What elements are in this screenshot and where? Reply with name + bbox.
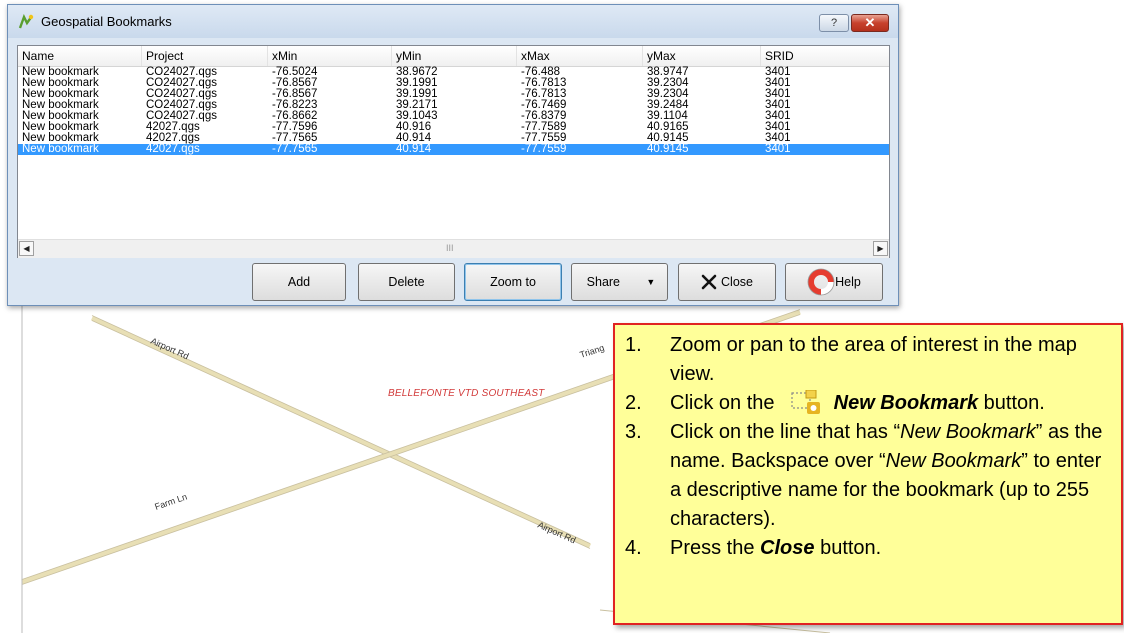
step-1: 1. Zoom or pan to the area of interest i…: [625, 331, 1117, 389]
step-4-number: 4.: [625, 537, 642, 559]
window-help-button[interactable]: ?: [819, 14, 849, 32]
scroll-thumb-grip[interactable]: III: [446, 243, 454, 253]
help-button-label: Help: [835, 275, 861, 289]
zoom-to-button[interactable]: Zoom to: [464, 263, 562, 301]
help-button[interactable]: Help: [785, 263, 883, 301]
step-4-prefix: Press the: [670, 537, 761, 559]
title-bar[interactable]: Geospatial Bookmarks ? ✕: [8, 5, 898, 38]
add-button-label: Add: [287, 275, 311, 289]
step-1-text: Zoom or pan to the area of interest in t…: [670, 334, 1077, 385]
cell-ymin[interactable]: 40.914: [392, 143, 431, 155]
step-3-d: New Bookmark: [885, 450, 1022, 472]
column-header-xmin[interactable]: xMin: [268, 46, 392, 66]
scroll-left-arrow-icon[interactable]: ◀: [19, 241, 34, 256]
step-4: 4. Press the Close button.: [625, 534, 1117, 563]
share-button[interactable]: Share ▼: [571, 263, 668, 301]
column-header-srid[interactable]: SRID: [761, 46, 889, 66]
new-bookmark-icon: [791, 390, 821, 414]
close-button-label: Close: [721, 275, 753, 289]
step-3-b: New Bookmark: [900, 421, 1036, 443]
zoom-to-button-label: Zoom to: [490, 275, 536, 289]
geospatial-bookmarks-dialog: Geospatial Bookmarks ? ✕ Name Project xM…: [7, 4, 899, 306]
step-3-number: 3.: [625, 421, 642, 443]
instructions-callout: 1. Zoom or pan to the area of interest i…: [613, 323, 1123, 625]
cell-project[interactable]: 42027.qgs: [142, 143, 200, 155]
step-2-bold: New Bookmark: [833, 392, 979, 414]
road-label-airport-rd-bottom: Airport Rd: [536, 520, 577, 546]
table-header: Name Project xMin yMin xMax yMax SRID: [18, 46, 889, 67]
column-header-project[interactable]: Project: [142, 46, 268, 66]
column-header-name[interactable]: Name: [18, 46, 142, 66]
step-2-suffix: button.: [978, 392, 1045, 414]
step-4-suffix: button.: [814, 537, 882, 559]
road-label-triangle: Triang: [579, 343, 606, 360]
scroll-right-arrow-icon[interactable]: ▶: [873, 241, 888, 256]
column-header-ymax[interactable]: yMax: [643, 46, 761, 66]
step-2-number: 2.: [625, 392, 642, 414]
window-title: Geospatial Bookmarks: [41, 14, 172, 29]
dropdown-arrow-icon[interactable]: ▼: [635, 264, 667, 300]
bookmarks-table[interactable]: Name Project xMin yMin xMax yMax SRID Ne…: [17, 45, 890, 258]
delete-button-label: Delete: [388, 275, 425, 289]
lifebuoy-icon: [807, 268, 835, 296]
district-label: BELLEFONTE VTD SOUTHEAST: [388, 388, 545, 399]
column-header-xmax[interactable]: xMax: [517, 46, 643, 66]
road-label-farm-ln: Farm Ln: [153, 492, 188, 512]
step-4-bold: Close: [760, 537, 815, 559]
cell-name[interactable]: New bookmark: [18, 143, 99, 155]
cell-xmax[interactable]: -77.7559: [517, 143, 566, 155]
step-3: 3. Click on the line that has “New Bookm…: [625, 418, 1117, 534]
step-3-a: Click on the line that has “: [670, 421, 901, 443]
instruction-steps: 1. Zoom or pan to the area of interest i…: [625, 331, 1117, 563]
horizontal-scrollbar[interactable]: ◀ III ▶: [18, 239, 889, 258]
cell-srid[interactable]: 3401: [761, 143, 791, 155]
step-2-prefix: Click on the: [670, 392, 775, 414]
table-body: New bookmark CO24027.qgs -76.5024 38.9672 -7…: [18, 66, 889, 155]
window-close-button[interactable]: ✕: [851, 14, 889, 32]
step-2: 2. Click on the New Bookmark button.: [625, 389, 1117, 418]
cell-xmin[interactable]: -77.7565: [268, 143, 317, 155]
step-1-number: 1.: [625, 334, 642, 356]
cell-ymax[interactable]: 40.9145: [643, 143, 689, 155]
delete-button[interactable]: Delete: [358, 263, 455, 301]
table-row[interactable]: New bookmark 42027.qgs -77.7565 40.914 -77.7…: [18, 143, 889, 155]
close-button[interactable]: Close: [678, 263, 776, 301]
share-button-label: Share: [586, 275, 621, 289]
x-mark-icon: [701, 274, 717, 290]
add-button[interactable]: Add: [252, 263, 346, 301]
column-header-ymin[interactable]: yMin: [392, 46, 517, 66]
bookmark-star-icon: [18, 14, 34, 29]
